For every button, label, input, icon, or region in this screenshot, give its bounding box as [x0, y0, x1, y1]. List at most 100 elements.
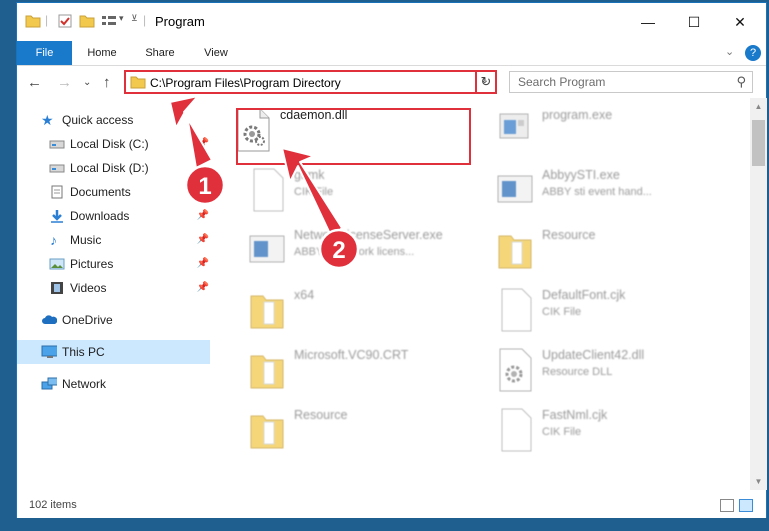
film-icon [51, 282, 63, 294]
exe-icon [499, 113, 529, 139]
title-bar: | ▾ ⊻ | Program — ☐ ✕ [17, 3, 766, 41]
sidebar-item-quick-access[interactable]: ★ Quick access [17, 108, 212, 132]
file-item-microsoft-vc90-crt[interactable]: Microsoft.VC90.CRT [244, 340, 489, 398]
customize-toolbar-icon[interactable]: ▾ [119, 13, 124, 29]
file-item-defaultfont-cjk[interactable]: DefaultFont.cjk CIK File [492, 280, 737, 338]
sidebar-item-music[interactable]: ♪ Music 📌 [17, 228, 212, 252]
sidebar-item-onedrive[interactable]: OneDrive [17, 308, 212, 332]
status-bar: 102 items [17, 492, 766, 518]
refresh-icon: ↻ [480, 74, 492, 89]
blank-file-icon [501, 408, 532, 452]
separator: | [143, 13, 147, 27]
search-input[interactable]: Search Program ⚲ [509, 71, 753, 93]
pin-icon: 📌 [196, 282, 209, 293]
sidebar-item-label: Local Disk (C:) [70, 137, 149, 151]
close-button[interactable]: ✕ [717, 3, 763, 41]
sidebar-item-label: This PC [62, 345, 105, 359]
pictures-icon [49, 258, 65, 270]
sidebar-item-local-disk-d[interactable]: Local Disk (D:) [17, 156, 212, 180]
file-item-networklicenseserver-exe[interactable]: NetworkLicenseServer.exe ABBYY Network l… [244, 220, 489, 278]
refresh-button[interactable]: ↻ [475, 70, 497, 94]
sidebar-item-network[interactable]: Network [17, 372, 212, 396]
help-icon[interactable]: ? [745, 45, 761, 61]
tab-file[interactable]: File [17, 41, 72, 65]
blank-file-icon [253, 168, 284, 212]
sidebar-item-label: Pictures [70, 257, 114, 271]
file-name: DefaultFont.cjk [542, 288, 626, 302]
vertical-scrollbar[interactable]: ▲ ▼ [750, 98, 767, 490]
scroll-thumb[interactable] [752, 120, 765, 166]
documents-icon [51, 185, 63, 199]
scroll-down-icon[interactable]: ▼ [750, 473, 767, 490]
window-title: Program [155, 14, 205, 29]
file-item-updateclient42-dll[interactable]: UpdateClient42.dll Resource DLL [492, 340, 737, 398]
sidebar-item-this-pc[interactable]: This PC [17, 340, 210, 364]
file-type: CIK File [542, 306, 582, 318]
file-item-glrmk[interactable]: glrmk CIK File [244, 160, 489, 218]
sidebar-item-local-disk-c[interactable]: Local Disk (C:) 📌 [17, 132, 212, 156]
file-item-resource-folder[interactable]: Resource [244, 400, 489, 458]
blank-file-icon [501, 288, 532, 332]
pin-icon: 📌 [196, 258, 209, 269]
properties-check-icon[interactable] [57, 13, 73, 29]
file-item-fastnml-cjk[interactable]: FastNml.cjk CIK File [492, 400, 737, 458]
sidebar-item-label: Music [70, 233, 102, 247]
scroll-up-icon[interactable]: ▲ [750, 98, 767, 115]
sidebar-item-videos[interactable]: Videos 📌 [17, 276, 212, 300]
sidebar-item-label: Documents [70, 185, 131, 199]
file-name: glrmk [294, 168, 325, 182]
ribbon-tabs: File Home Share View ⌄ ? [17, 41, 766, 66]
forward-arrow-icon[interactable]: → [57, 74, 72, 91]
navigation-pane: ★ Quick access Local Disk (C:) 📌 Local D… [17, 98, 212, 490]
tab-home[interactable]: Home [79, 41, 125, 65]
search-icon: ⚲ [736, 74, 746, 89]
network-icon [41, 377, 57, 390]
sidebar-item-documents[interactable]: Documents [17, 180, 212, 204]
sidebar-item-label: Quick access [62, 113, 134, 127]
file-explorer-window: | ▾ ⊻ | Program — ☐ ✕ File Home Share Vi… [16, 2, 767, 518]
music-note-icon: ♪ [50, 232, 57, 248]
search-placeholder: Search Program [518, 75, 606, 89]
back-arrow-icon[interactable]: ← [27, 74, 42, 91]
folder-icon [250, 355, 284, 389]
navigation-bar: ← → ⌄ ↑ C:\Program Files\Program Directo… [17, 66, 766, 98]
app-window-icon [497, 175, 533, 203]
view-list-icon[interactable] [101, 13, 117, 29]
file-type: CIK File [542, 426, 582, 438]
details-view-icon[interactable] [720, 499, 734, 512]
minimize-button[interactable]: — [625, 3, 671, 41]
star-icon: ★ [41, 112, 54, 128]
tab-view[interactable]: View [193, 41, 239, 65]
expand-ribbon-icon[interactable]: ⌄ [725, 45, 734, 58]
file-name: Resource [294, 408, 348, 422]
folder-icon [25, 15, 41, 28]
file-name: x64 [294, 288, 315, 302]
file-name: program.exe [542, 108, 613, 122]
pin-icon: 📌 [196, 210, 209, 221]
up-arrow-icon[interactable]: ↑ [103, 74, 111, 91]
file-item-abbyysti-exe[interactable]: AbbyySTI.exe ABBY sti event hand... [492, 160, 737, 218]
pin-icon: 📌 [196, 234, 209, 245]
recent-locations-icon[interactable]: ⌄ [83, 77, 91, 88]
file-name: Microsoft.VC90.CRT [294, 348, 409, 362]
sidebar-item-downloads[interactable]: Downloads 📌 [17, 204, 212, 228]
sidebar-item-pictures[interactable]: Pictures 📌 [17, 252, 212, 276]
tab-share[interactable]: Share [137, 41, 183, 65]
file-description: ABBY sti event hand... [542, 186, 652, 198]
dll-gear-icon [499, 348, 532, 392]
file-item-program-exe[interactable]: program.exe [492, 100, 737, 158]
new-folder-icon[interactable] [79, 13, 95, 29]
address-bar[interactable]: C:\Program Files\Program Directory ⌄ [124, 70, 497, 94]
file-item-resource-folder[interactable]: Resource [492, 220, 737, 278]
address-path: C:\Program Files\Program Directory [150, 76, 341, 90]
large-icons-view-icon[interactable] [739, 499, 753, 512]
maximize-icon: ☐ [687, 13, 701, 30]
sidebar-item-label: Downloads [70, 209, 130, 223]
close-icon: ✕ [734, 13, 746, 30]
folder-icon [498, 235, 532, 269]
toolbar-dropdown-icon[interactable]: ⊻ [131, 13, 138, 29]
file-item-x64-folder[interactable]: x64 [244, 280, 489, 338]
item-count: 102 items [29, 499, 77, 511]
folder-icon [130, 76, 146, 89]
maximize-button[interactable]: ☐ [671, 3, 717, 41]
